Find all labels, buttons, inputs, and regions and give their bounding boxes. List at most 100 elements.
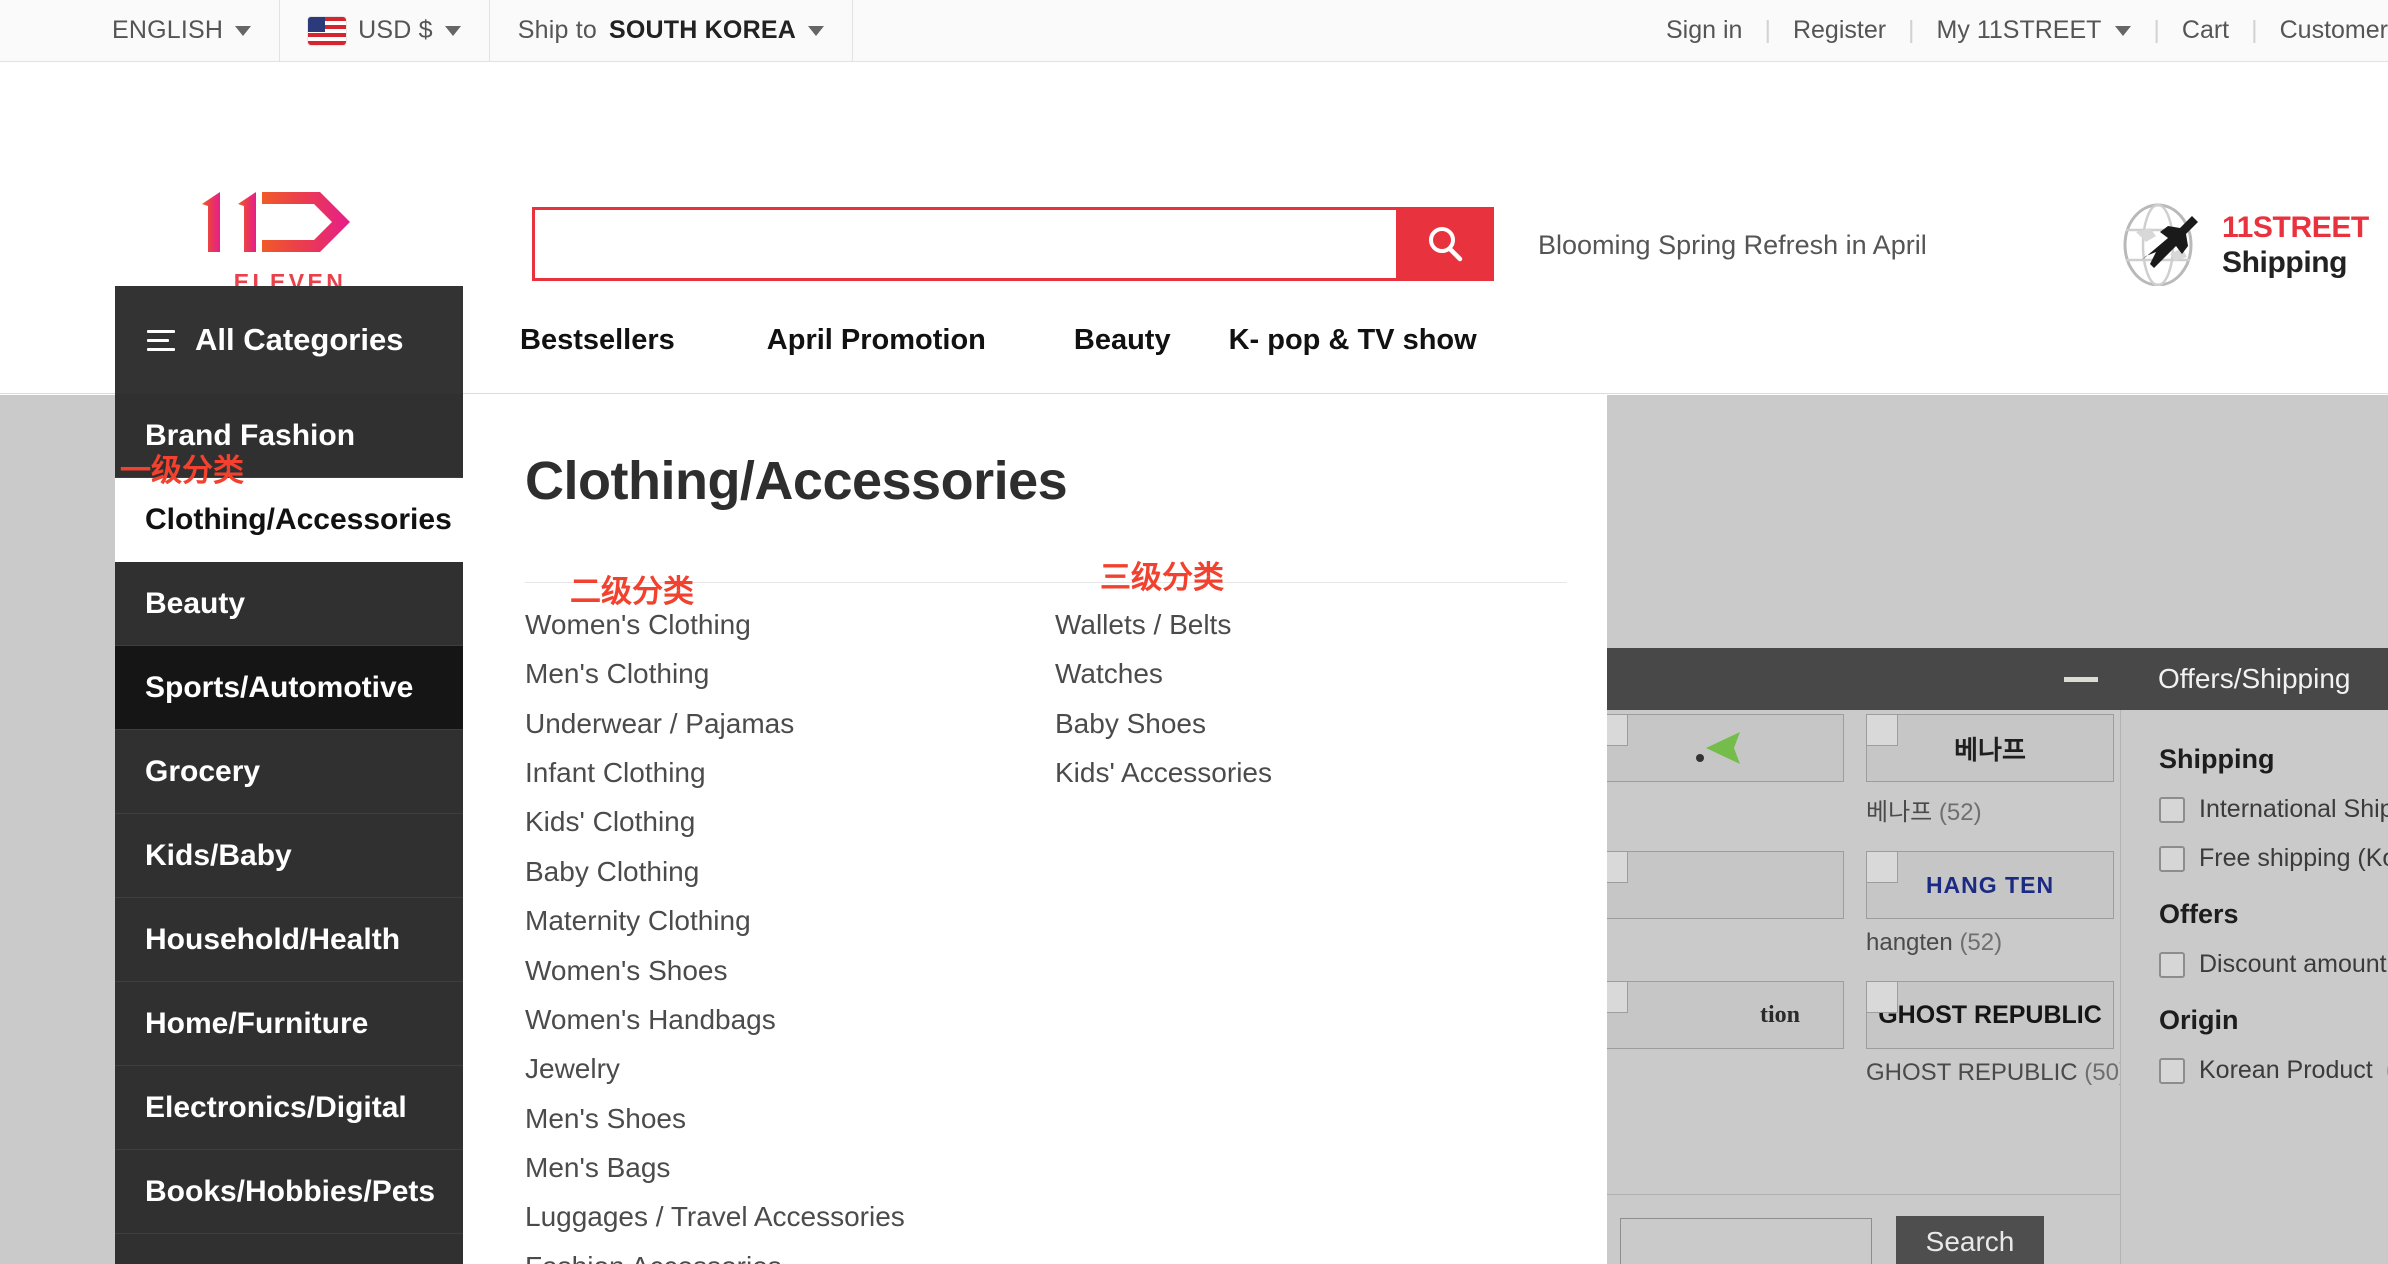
brand-tile[interactable]: HANG TEN hangten (52) bbox=[1866, 851, 2114, 957]
rail-item-electronics-digital[interactable]: Electronics/Digital bbox=[115, 1066, 463, 1150]
flyout-item[interactable]: Women's Clothing bbox=[525, 609, 1055, 640]
filter-label: Free shipping (Korea bbox=[2199, 844, 2388, 872]
sign-in-link[interactable]: Sign in bbox=[1666, 16, 1742, 45]
brand-count: (52) bbox=[1959, 929, 2003, 956]
rail-item-sports-automotive[interactable]: Sports/Automotive bbox=[115, 646, 463, 730]
brand-search-input[interactable] bbox=[1620, 1218, 1872, 1264]
site-header: ELEVEN STREET Blooming Spring Refresh in… bbox=[0, 62, 2388, 322]
flyout-item[interactable]: Women's Shoes bbox=[525, 955, 1055, 986]
flyout-item[interactable]: Luggages / Travel Accessories bbox=[525, 1201, 1055, 1232]
shipping-banner-line1: 11STREET bbox=[2222, 210, 2369, 244]
rail-item-label: Sports/Automotive bbox=[145, 670, 414, 704]
rail-item-label: Books/Hobbies/Pets bbox=[145, 1174, 436, 1208]
flyout-item[interactable]: Wallets / Belts bbox=[1055, 609, 1585, 640]
brand-tile[interactable] bbox=[1596, 851, 1844, 957]
rail-item-grocery[interactable]: Grocery bbox=[115, 730, 463, 814]
chevron-down-icon bbox=[2115, 25, 2132, 36]
nav-link-beauty[interactable]: Beauty bbox=[1074, 324, 1171, 357]
brand-tile[interactable]: 베나프 베나프 (52) bbox=[1866, 714, 2114, 827]
register-link[interactable]: Register bbox=[1793, 16, 1886, 45]
brand-checkbox[interactable] bbox=[1866, 714, 1898, 746]
flyout-item[interactable]: Kids' Accessories bbox=[1055, 757, 1585, 788]
brand-logo-text: tion bbox=[1759, 1001, 1800, 1028]
flyout-item[interactable]: Men's Shoes bbox=[525, 1103, 1055, 1134]
brand-name: 베나프 bbox=[1866, 799, 1933, 826]
search-bar bbox=[532, 207, 1494, 281]
rail-item-home-furniture[interactable]: Home/Furniture bbox=[115, 982, 463, 1066]
brand-tile[interactable]: tion bbox=[1596, 981, 1844, 1087]
brand-logo: HANG TEN bbox=[1866, 851, 2114, 919]
rail-item-label: Clothing/Accessories bbox=[145, 503, 452, 536]
checkbox[interactable] bbox=[2159, 1057, 2185, 1084]
nav-links: Bestsellers April Promotion Beauty K- po… bbox=[520, 286, 1477, 394]
brand-tile[interactable]: GHOST REPUBLIC GHOST REPUBLIC (50) bbox=[1866, 981, 2127, 1087]
search-button[interactable] bbox=[1396, 207, 1494, 281]
flyout-item[interactable]: Underwear / Pajamas bbox=[525, 708, 1055, 739]
filter-label: International Shipping bbox=[2199, 795, 2388, 823]
search-icon bbox=[1429, 227, 1463, 262]
flyout-item[interactable]: Fashion Accessories bbox=[525, 1251, 1055, 1264]
annotation-level3: 三级分类 bbox=[1100, 560, 1224, 596]
brand-name: GHOST REPUBLIC bbox=[1866, 1059, 2078, 1086]
nav-link-april-promotion[interactable]: April Promotion bbox=[767, 324, 986, 357]
flyout-item[interactable]: Infant Clothing bbox=[525, 757, 1055, 788]
offers-shipping-body: Shipping International Shipping Free shi… bbox=[2120, 710, 2388, 1264]
checkbox[interactable] bbox=[2159, 845, 2185, 872]
rail-item-clothing-accessories[interactable]: Clothing/Accessories bbox=[115, 478, 463, 562]
brand-filter-grid: 베나프 베나프 (52) HANG TEN hangten (52) tion … bbox=[1596, 714, 2136, 1111]
language-selector[interactable]: ENGLISH bbox=[0, 0, 281, 61]
nav-link-kpop-tv-show[interactable]: K- pop & TV show bbox=[1229, 324, 1477, 357]
flyout-item[interactable]: Baby Clothing bbox=[525, 856, 1055, 887]
flyout-item[interactable]: Kids' Clothing bbox=[525, 806, 1055, 837]
rail-item-kids-baby[interactable]: Kids/Baby bbox=[115, 814, 463, 898]
flyout-column-level3: Wallets / Belts Watches Baby Shoes Kids'… bbox=[1055, 609, 1585, 1264]
shipping-banner[interactable]: 11STREET Shipping bbox=[2112, 202, 2369, 288]
filter-korean-product[interactable]: Korean Product ? bbox=[2159, 1056, 2388, 1085]
search-input[interactable] bbox=[532, 207, 1396, 281]
origin-heading: Origin bbox=[2159, 1005, 2239, 1035]
currency-selector[interactable]: USD $ bbox=[280, 0, 490, 61]
checkbox[interactable] bbox=[2159, 951, 2185, 978]
all-categories-button[interactable]: All Categories bbox=[115, 286, 463, 394]
shipping-banner-text: 11STREET Shipping bbox=[2222, 210, 2369, 281]
flyout-item[interactable]: Maternity Clothing bbox=[525, 905, 1055, 936]
flyout-item[interactable]: Men's Bags bbox=[525, 1152, 1055, 1183]
my-11street-link[interactable]: My 11STREET bbox=[1937, 16, 2102, 45]
brand-tile[interactable] bbox=[1596, 714, 1844, 827]
brand-name: hangten bbox=[1866, 929, 1953, 956]
cart-link[interactable]: Cart bbox=[2182, 16, 2229, 45]
rail-item-books-hobbies-pets[interactable]: Books/Hobbies/Pets bbox=[115, 1150, 463, 1234]
brand-logo: 베나프 bbox=[1866, 714, 2114, 782]
chevron-down-icon bbox=[444, 25, 461, 36]
offers-heading: Offers bbox=[2159, 899, 2239, 929]
rail-item-household-health[interactable]: Household/Health bbox=[115, 898, 463, 982]
brand-checkbox[interactable] bbox=[1866, 851, 1898, 883]
divider: | bbox=[2251, 16, 2258, 44]
brand-search-button[interactable]: Search bbox=[1896, 1216, 2044, 1264]
flyout-column-level2: Women's Clothing Men's Clothing Underwea… bbox=[525, 609, 1055, 1264]
category-flyout-panel: Clothing/Accessories Women's Clothing Me… bbox=[463, 394, 1607, 1264]
customer-link[interactable]: Customer bbox=[2280, 16, 2388, 45]
flyout-item[interactable]: Women's Handbags bbox=[525, 1004, 1055, 1035]
brand-row: tion GHOST REPUBLIC GHOST REPUBLIC (50) bbox=[1596, 981, 2136, 1087]
eleven-street-logo-icon bbox=[202, 192, 350, 252]
nav-link-bestsellers[interactable]: Bestsellers bbox=[520, 324, 675, 357]
category-rail: Brand Fashion Clothing/Accessories Beaut… bbox=[115, 394, 463, 1264]
filter-free-shipping[interactable]: Free shipping (Korea bbox=[2159, 844, 2388, 873]
flyout-title: Clothing/Accessories bbox=[525, 451, 1068, 511]
checkbox[interactable] bbox=[2159, 796, 2185, 823]
promo-text[interactable]: Blooming Spring Refresh in April bbox=[1538, 230, 1927, 261]
filter-international-shipping[interactable]: International Shipping bbox=[2159, 795, 2388, 824]
flyout-item[interactable]: Men's Clothing bbox=[525, 658, 1055, 689]
my-11street-menu[interactable]: My 11STREET bbox=[1937, 16, 2132, 45]
filter-discount-amount[interactable]: Discount amount(R bbox=[2159, 950, 2388, 979]
chevron-down-icon bbox=[807, 25, 824, 36]
flyout-item[interactable]: Jewelry bbox=[525, 1053, 1055, 1084]
flyout-item[interactable]: Baby Shoes bbox=[1055, 708, 1585, 739]
minimize-icon[interactable] bbox=[2064, 677, 2098, 682]
brand-checkbox[interactable] bbox=[1866, 981, 1898, 1013]
rail-item-beauty[interactable]: Beauty bbox=[115, 562, 463, 646]
ship-to-selector[interactable]: Ship to SOUTH KOREA bbox=[490, 0, 853, 61]
flyout-item[interactable]: Watches bbox=[1055, 658, 1585, 689]
brand-caption: hangten (52) bbox=[1866, 929, 2114, 957]
